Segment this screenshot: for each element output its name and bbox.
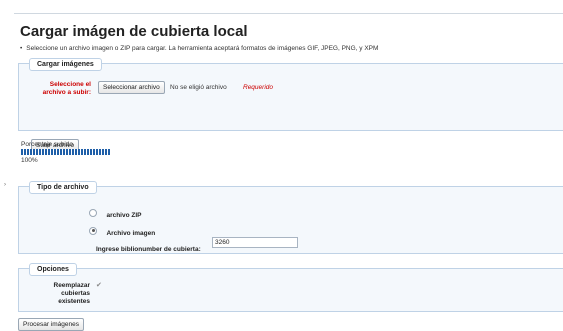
process-images-button[interactable]: Procesar imágenes bbox=[18, 318, 84, 331]
progress-percent: 100% bbox=[21, 157, 38, 164]
upload-fieldset: Cargar imágenes Seleccione el archivo a … bbox=[18, 58, 563, 152]
zip-radio[interactable] bbox=[89, 208, 97, 217]
options-fieldset: Opciones Reemplazar cubiertas existentes… bbox=[18, 263, 563, 312]
page-title: Cargar imágen de cubierta local bbox=[20, 23, 248, 40]
replace-covers-label: Reemplazar cubiertas existentes bbox=[53, 282, 91, 305]
option-zip-row[interactable]: archivo ZIP bbox=[89, 204, 142, 222]
edge-marker: › bbox=[4, 182, 6, 188]
intro-message: Seleccione un archivo imagen o ZIP para … bbox=[26, 45, 379, 52]
no-file-text: No se eligió archivo bbox=[170, 84, 227, 91]
progress-bar-fill bbox=[21, 149, 111, 155]
intro-text: • Seleccione un archivo imagen o ZIP para… bbox=[20, 45, 378, 52]
intro-bullet: • bbox=[20, 45, 23, 52]
biblionumber-row: Ingrese biblionumber de cubierta: bbox=[96, 238, 201, 256]
upload-legend: Cargar imágenes bbox=[29, 58, 102, 71]
file-type-fieldset: Tipo de archivo archivo ZIP Archivo imag… bbox=[18, 181, 563, 256]
biblionumber-input[interactable]: 3260 bbox=[212, 237, 298, 248]
choose-file-button[interactable]: Seleccionar archivo bbox=[98, 81, 165, 94]
file-type-legend: Tipo de archivo bbox=[29, 181, 97, 194]
file-select-label: Seleccione el archivo a subir: bbox=[42, 81, 91, 96]
biblionumber-label: Ingrese biblionumber de cubierta: bbox=[96, 246, 201, 253]
progress-bar bbox=[21, 149, 111, 155]
options-legend: Opciones bbox=[29, 263, 77, 276]
progress-label: Porcentaje subido bbox=[21, 141, 74, 148]
zip-option-label: archivo ZIP bbox=[106, 212, 142, 219]
image-option-label: Archivo imagen bbox=[106, 230, 156, 237]
required-indicator: Requerido bbox=[243, 84, 273, 91]
image-radio[interactable] bbox=[89, 226, 97, 235]
replace-covers-checkbox[interactable]: ✔ bbox=[96, 281, 102, 289]
top-divider bbox=[14, 13, 563, 14]
